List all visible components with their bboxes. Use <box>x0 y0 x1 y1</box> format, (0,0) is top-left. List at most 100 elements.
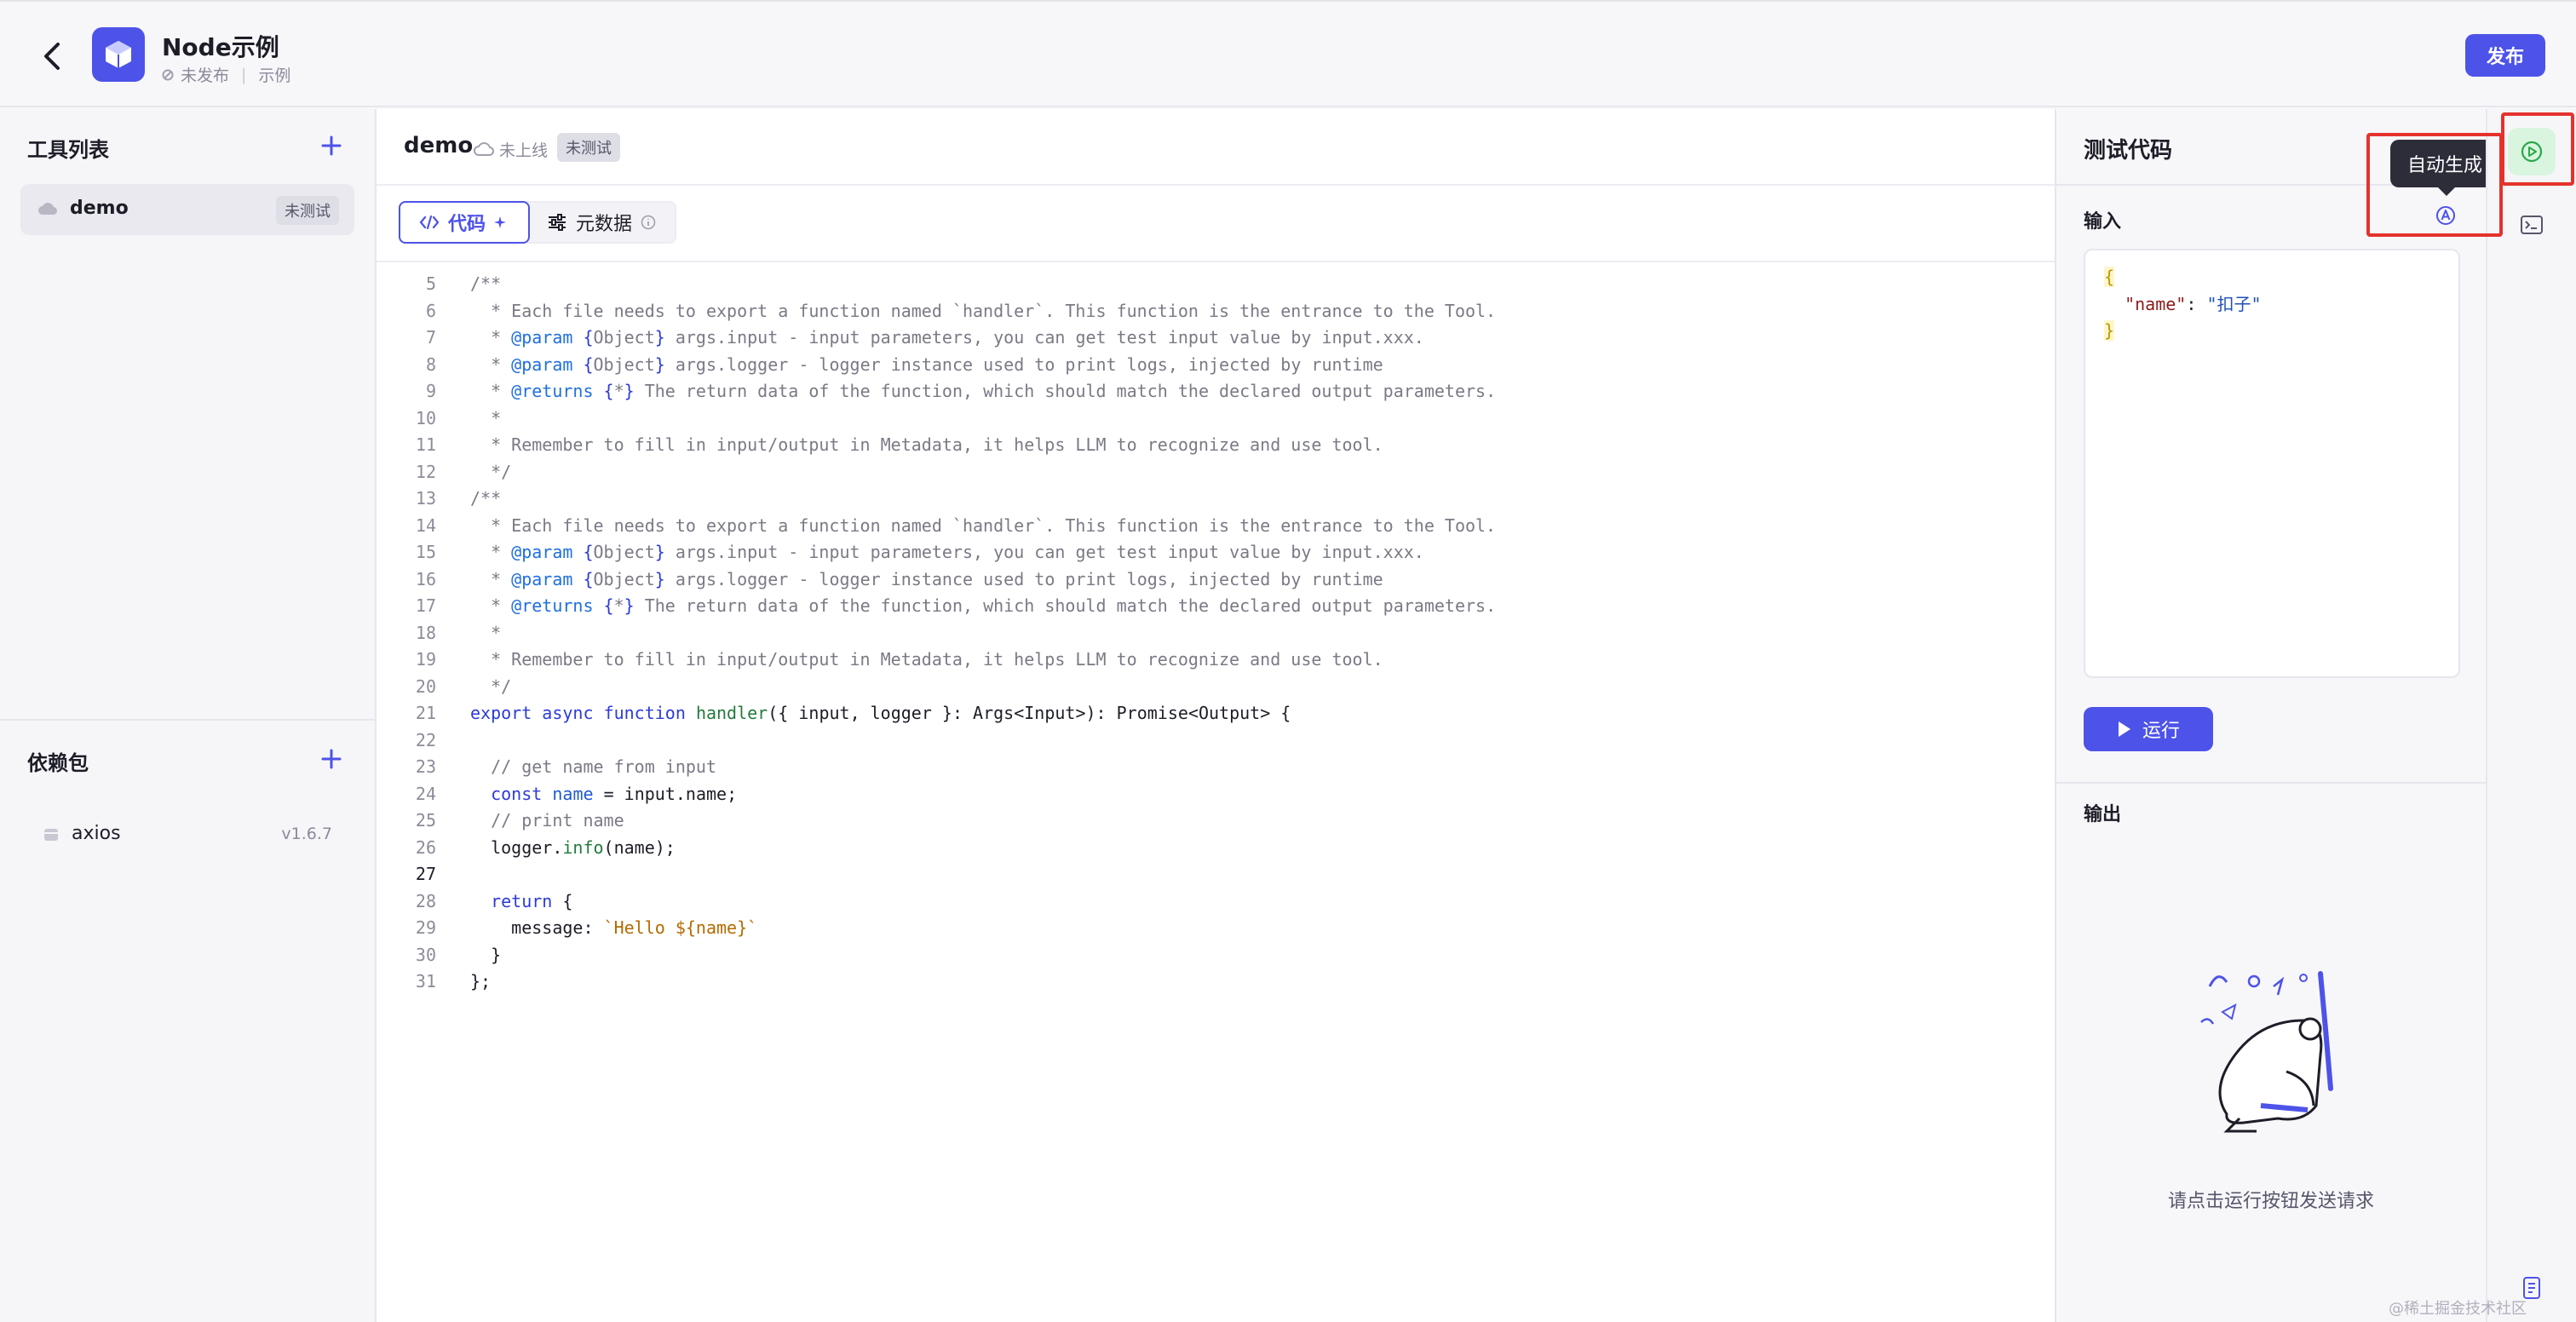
line-number: 20 <box>415 675 436 697</box>
code-line: 30 } <box>377 942 2055 969</box>
code-text: * Remember to fill in input/output in Me… <box>470 649 1383 670</box>
add-dependency-button[interactable] <box>319 746 344 772</box>
code-text: * Each file needs to export a function n… <box>470 514 1497 536</box>
line-number: 23 <box>415 756 436 777</box>
code-editor-panel: demo 未上线 未测试 代码 元数据 5 /** 6 * Each file … <box>377 109 2055 1322</box>
code-line: 8 * @param {Object} args.logger - logger… <box>377 352 2055 379</box>
code-line: 22 <box>377 727 2055 755</box>
code-text: * @param {Object} args.logger - logger i… <box>470 568 1383 589</box>
code-line: 16 * @param {Object} args.logger - logge… <box>377 566 2055 594</box>
deps-section-title: 依赖包 <box>27 751 89 775</box>
editor-tabs: 代码 元数据 <box>399 201 677 244</box>
code-text: /** <box>470 273 502 294</box>
app-title: Node示例 <box>162 33 279 61</box>
run-button-label: 运行 <box>2142 721 2180 742</box>
add-tool-button[interactable] <box>319 133 344 158</box>
line-number: 22 <box>415 729 436 750</box>
code-text: /** <box>470 488 502 509</box>
code-text: * @param {Object} args.logger - logger i… <box>470 353 1383 375</box>
line-number: 25 <box>415 810 436 831</box>
code-area[interactable]: 5 /** 6 * Each file needs to export a func… <box>377 261 2055 996</box>
code-text: * <box>470 622 502 643</box>
code-text: // print name <box>470 810 624 831</box>
cube-icon <box>106 41 131 68</box>
line-number: 24 <box>415 783 436 804</box>
code-line: 19 * Remember to fill in input/output in… <box>377 647 2055 674</box>
tab-metadata-label: 元数据 <box>576 214 633 235</box>
info-icon <box>641 215 656 230</box>
code-line: 15 * @param {Object} args.input - input … <box>377 539 2055 566</box>
code-line: 29 message: `Hello ${name}` <box>377 915 2055 942</box>
sidebar-divider <box>0 719 375 721</box>
file-name: demo <box>404 133 474 158</box>
code-line: 20 */ <box>377 674 2055 701</box>
cloud-icon <box>474 141 494 156</box>
line-number: 19 <box>415 649 436 670</box>
ai-sparkle-icon <box>494 216 507 228</box>
line-number: 30 <box>415 944 436 965</box>
empty-output-illustration <box>2200 971 2333 1133</box>
editor-header: demo 未上线 未测试 代码 元数据 <box>377 109 2055 244</box>
code-text: */ <box>470 675 512 697</box>
plus-icon <box>321 135 342 156</box>
code-text: message: `Hello ${name}` <box>470 917 758 938</box>
empty-output-hint: 请点击运行按钮发送请求 <box>2167 1191 2374 1212</box>
code-line: 5 /** <box>377 271 2055 298</box>
json-line: { <box>2104 267 2115 287</box>
chevron-left-icon <box>44 43 60 70</box>
tab-code[interactable]: 代码 <box>399 201 531 244</box>
meta-separator: | <box>241 65 247 84</box>
code-text: * Each file needs to export a function n… <box>470 300 1497 321</box>
code-text: // get name from input <box>470 756 716 777</box>
json-key-value: "name": "扣子" <box>2125 293 2262 314</box>
panel-divider <box>2056 782 2486 784</box>
line-number: 18 <box>415 622 436 643</box>
dependency-version: v1.6.7 <box>281 825 332 843</box>
code-text: * @param {Object} args.input - input par… <box>470 542 1424 562</box>
tool-item-name: demo <box>70 198 129 219</box>
package-icon <box>44 829 58 841</box>
app-category: 示例 <box>258 66 291 85</box>
line-number: 5 <box>425 273 436 294</box>
code-line: 26 logger.info(name); <box>377 835 2055 862</box>
code-line: 17 * @returns {*} The return data of the… <box>377 593 2055 620</box>
line-number: 16 <box>415 568 436 589</box>
highlight-frame-run <box>2501 112 2574 186</box>
line-number: 27 <box>415 864 436 884</box>
code-line: 7 * @param {Object} args.input - input p… <box>377 325 2055 352</box>
terminal-icon <box>2521 216 2543 234</box>
tools-section-title: 工具列表 <box>27 138 109 162</box>
line-number: 12 <box>415 461 436 482</box>
line-number: 13 <box>415 488 436 509</box>
publish-button[interactable]: 发布 <box>2465 34 2545 77</box>
line-number: 21 <box>415 703 436 723</box>
input-json-editor[interactable]: { "name": "扣子" } <box>2084 249 2460 678</box>
code-line: 12 */ <box>377 459 2055 486</box>
line-number: 7 <box>425 327 436 348</box>
line-number: 8 <box>425 353 436 375</box>
dependency-item-axios[interactable]: axios v1.6.7 <box>20 813 354 855</box>
tool-item-demo[interactable]: demo 未测试 <box>20 184 354 235</box>
tab-metadata[interactable]: 元数据 <box>528 203 675 242</box>
left-sidebar: 工具列表 demo 未测试 依赖包 axios v1.6.7 <box>0 109 377 1322</box>
code-text: * @param {Object} args.input - input par… <box>470 327 1424 348</box>
online-status-text: 未上线 <box>499 141 549 160</box>
line-number: 10 <box>415 407 436 428</box>
back-button[interactable] <box>37 39 68 73</box>
code-icon <box>419 215 440 230</box>
code-line: 14 * Each file needs to export a functio… <box>377 513 2055 540</box>
code-line: 13 /** <box>377 486 2055 513</box>
run-button[interactable]: 运行 <box>2084 707 2213 751</box>
status-dot-icon <box>162 69 174 80</box>
code-text: }; <box>470 971 492 992</box>
line-number: 14 <box>415 514 436 536</box>
publish-status: 未发布 <box>181 66 230 85</box>
test-status-badge: 未测试 <box>557 133 620 162</box>
test-panel-title: 测试代码 <box>2084 138 2173 164</box>
code-text: * @returns {*} The return data of the fu… <box>470 595 1497 616</box>
top-header: Node示例 未发布 | 示例 发布 <box>0 0 2576 107</box>
code-line: 18 * <box>377 620 2055 647</box>
code-line: 9 * @returns {*} The return data of the … <box>377 378 2055 405</box>
play-icon <box>2118 721 2130 737</box>
console-toolbar-button[interactable] <box>2508 201 2556 249</box>
